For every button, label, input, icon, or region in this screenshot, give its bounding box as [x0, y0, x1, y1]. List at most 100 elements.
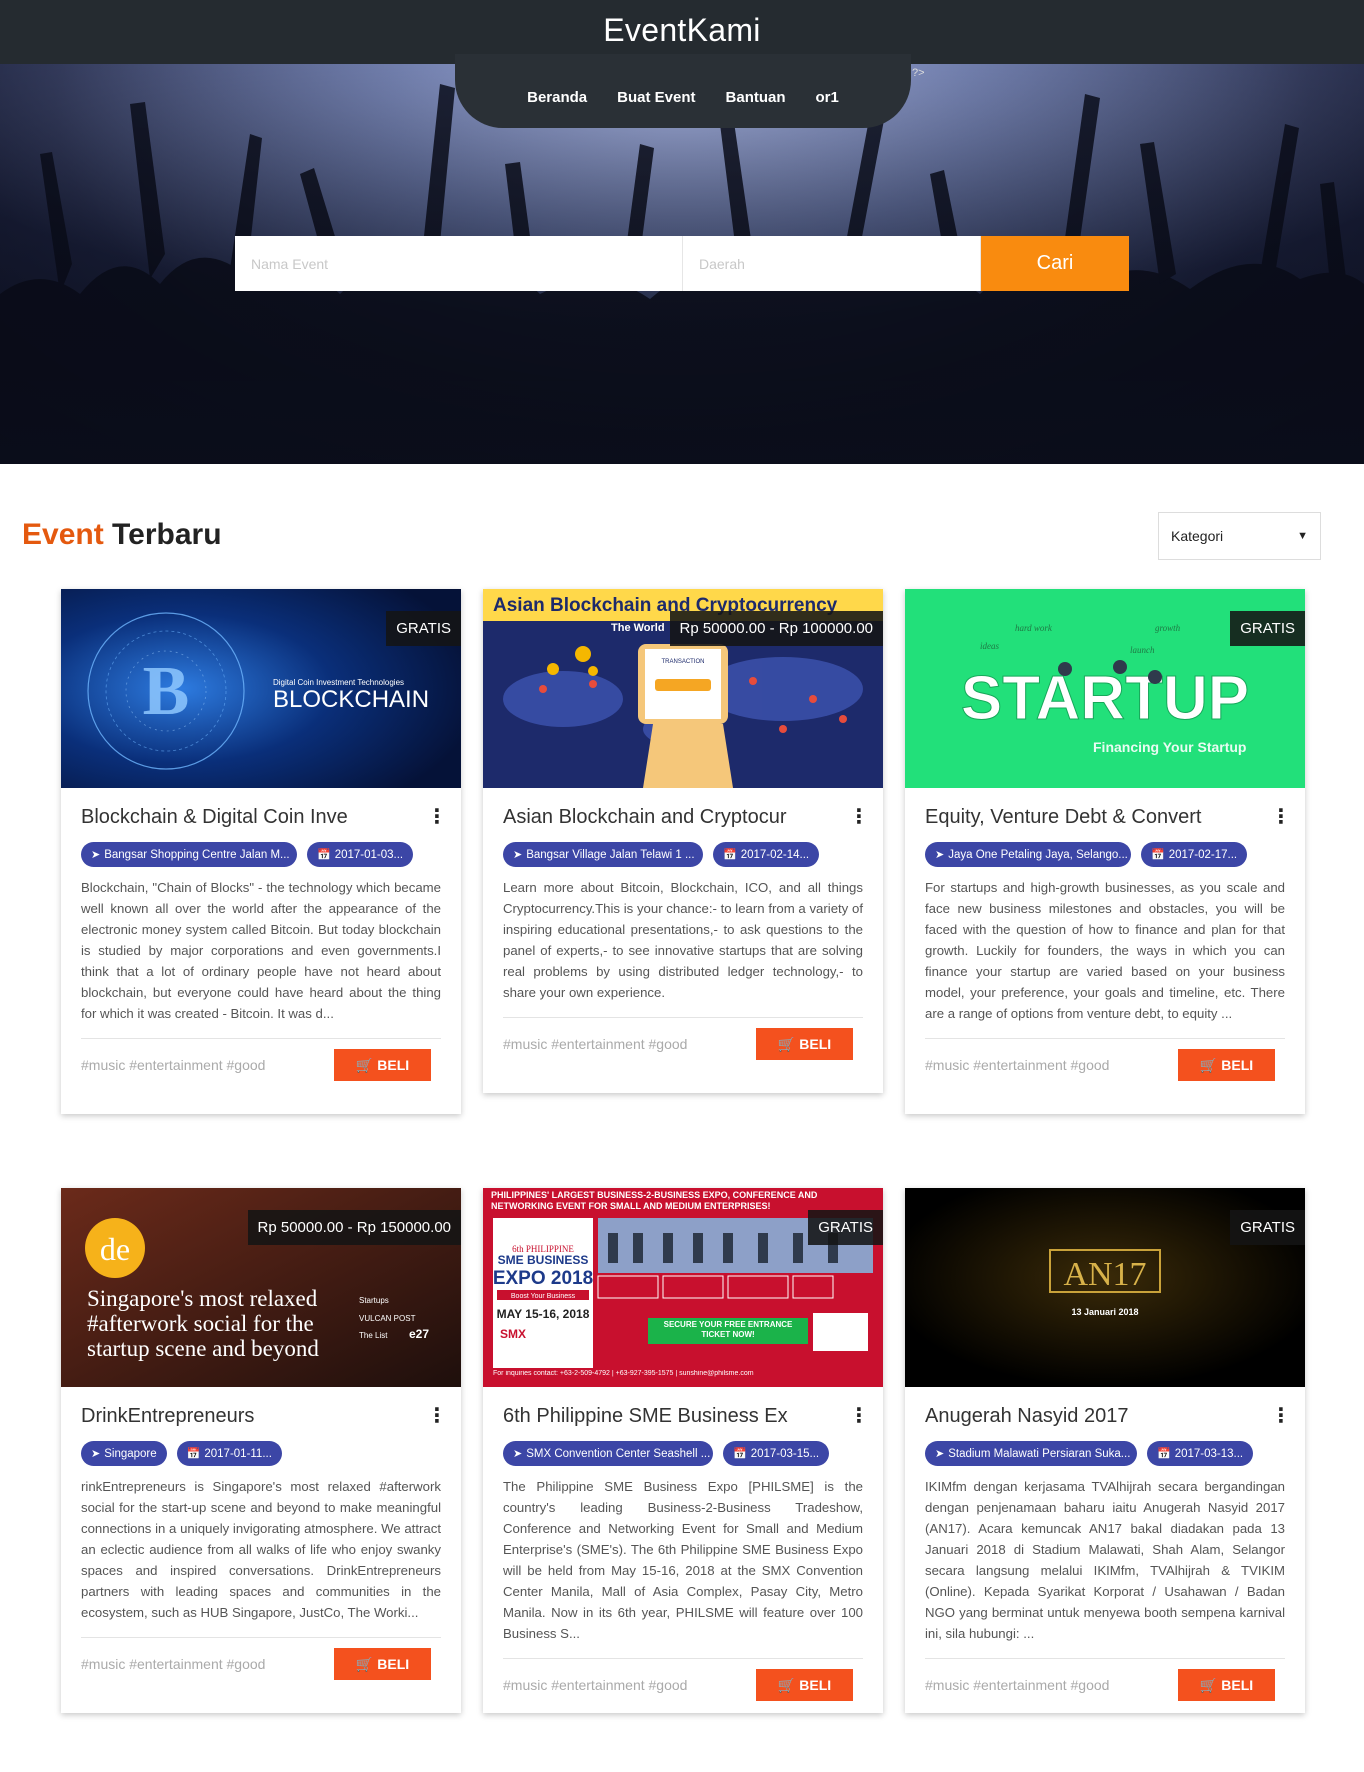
card-body: Equity, Venture Debt & Convert ⋮ ➤ Jaya O… [905, 788, 1305, 1101]
category-select[interactable]: Kategori ▼ [1158, 512, 1321, 560]
event-image[interactable]: hard work growth ideas launch STARTUP Fi… [905, 589, 1305, 788]
location-chip[interactable]: ➤ Jaya One Petaling Jaya, Selango... [925, 842, 1131, 867]
search-button[interactable]: Cari [981, 236, 1129, 291]
image-caption-small: de [100, 1231, 130, 1267]
location-arrow-icon: ➤ [91, 849, 101, 861]
event-title[interactable]: 6th Philippine SME Business Ex [503, 1405, 833, 1428]
event-tags: #music #entertainment #good [503, 1036, 688, 1052]
card-body: DrinkEntrepreneurs ⋮ ➤ Singapore 📅 2017-01… [61, 1387, 461, 1700]
nav-buat-event[interactable]: Buat Event [617, 89, 695, 106]
image-caption-small: MAY 15-16, 2018 [497, 1307, 590, 1321]
location-text: Bangsar Shopping Centre Jalan M... [104, 848, 290, 861]
svg-text:B: B [143, 653, 190, 730]
event-card[interactable]: B Digital Coin Investment Technologies B… [61, 589, 461, 1114]
region-input[interactable] [683, 236, 981, 291]
image-caption-small: Boost Your Business [511, 1293, 576, 1300]
image-caption-small: growth [1155, 623, 1181, 633]
calendar-check-icon: 📅 [1157, 1448, 1171, 1460]
date-chip[interactable]: 📅 2017-03-15... [723, 1441, 830, 1466]
buy-button[interactable]: 🛒 BELI [1178, 1049, 1275, 1081]
event-card[interactable]: Asian Blockchain and Cryptocurrency The … [483, 589, 883, 1093]
buy-label: BELI [1221, 1677, 1254, 1693]
location-arrow-icon: ➤ [513, 849, 523, 861]
date-chip[interactable]: 📅 2017-02-14... [713, 842, 820, 867]
buy-button[interactable]: 🛒 BELI [334, 1049, 431, 1081]
event-card[interactable]: PHILIPPINES' LARGEST BUSINESS-2-BUSINESS… [483, 1188, 883, 1713]
stray-text: ?> [912, 67, 925, 79]
date-chip[interactable]: 📅 2017-03-13... [1147, 1441, 1254, 1466]
image-caption-small: ideas [980, 641, 999, 651]
more-vert-icon[interactable]: ⋮ [1271, 1406, 1291, 1426]
main-nav: Beranda Buat Event Bantuan or1 [455, 54, 911, 128]
nav-user[interactable]: or1 [816, 89, 839, 106]
buy-button[interactable]: 🛒 BELI [334, 1648, 431, 1680]
event-description: Blockchain, "Chain of Blocks" - the tech… [81, 880, 441, 1021]
image-caption-small: EXPO 2018 [493, 1268, 593, 1289]
location-chip[interactable]: ➤ Bangsar Village Jalan Telawi 1 ... [503, 842, 703, 867]
image-caption: Singapore's most relaxed [87, 1286, 318, 1311]
divider [925, 1038, 1285, 1039]
event-card[interactable]: hard work growth ideas launch STARTUP Fi… [905, 589, 1305, 1114]
event-image[interactable]: AN17 13 Januari 2018 GRATIS [905, 1188, 1305, 1387]
calendar-check-icon: 📅 [723, 849, 737, 861]
event-image[interactable]: de Singapore's most relaxed #afterwork s… [61, 1188, 461, 1387]
image-caption-small: For inquiries contact: +63-2-509-4792 | … [493, 1370, 754, 1377]
price-badge: Rp 50000.00 - Rp 150000.00 [247, 1210, 461, 1245]
calendar-check-icon: 📅 [317, 849, 331, 861]
date-chip[interactable]: 📅 2017-01-03... [307, 842, 414, 867]
event-title[interactable]: Blockchain & Digital Coin Inve [81, 806, 411, 829]
nav-beranda[interactable]: Beranda [527, 89, 587, 106]
buy-button[interactable]: 🛒 BELI [756, 1028, 853, 1060]
event-title[interactable]: DrinkEntrepreneurs [81, 1405, 411, 1428]
location-text: SMX Convention Center Seashell ... [526, 1447, 711, 1460]
image-caption-small: SMX [500, 1327, 526, 1341]
more-vert-icon[interactable]: ⋮ [427, 807, 447, 827]
event-description: IKIMfm dengan kerjasama TVAlhijrah secar… [925, 1479, 1285, 1641]
event-image[interactable]: B Digital Coin Investment Technologies B… [61, 589, 461, 788]
event-description: For startups and high-growth businesses,… [925, 880, 1285, 1021]
event-image[interactable]: PHILIPPINES' LARGEST BUSINESS-2-BUSINESS… [483, 1188, 883, 1387]
price-badge: GRATIS [1230, 611, 1305, 646]
date-text: 2017-02-14... [740, 848, 810, 861]
event-title[interactable]: Equity, Venture Debt & Convert [925, 806, 1255, 829]
location-text: Bangsar Village Jalan Telawi 1 ... [526, 848, 695, 861]
event-name-input[interactable] [235, 236, 683, 291]
divider [81, 1038, 441, 1039]
more-vert-icon[interactable]: ⋮ [849, 807, 869, 827]
brand-logo[interactable]: EventKami [0, 12, 1364, 49]
more-vert-icon[interactable]: ⋮ [1271, 807, 1291, 827]
event-title[interactable]: Anugerah Nasyid 2017 [925, 1405, 1255, 1428]
event-card[interactable]: de Singapore's most relaxed #afterwork s… [61, 1188, 461, 1713]
location-chip[interactable]: ➤ SMX Convention Center Seashell ... [503, 1441, 713, 1466]
buy-label: BELI [377, 1057, 410, 1073]
event-card[interactable]: AN17 13 Januari 2018 GRATIS Anugerah Nas… [905, 1188, 1305, 1713]
image-caption-small: The World [611, 622, 665, 634]
more-vert-icon[interactable]: ⋮ [427, 1406, 447, 1426]
section-title-accent: Event [22, 518, 104, 551]
divider [503, 1658, 863, 1659]
location-text: Jaya One Petaling Jaya, Selango... [948, 848, 1128, 861]
location-chip[interactable]: ➤ Singapore [81, 1441, 167, 1466]
image-caption: AN17 [1063, 1256, 1146, 1293]
calendar-check-icon: 📅 [186, 1448, 201, 1460]
image-caption: BLOCKCHAIN [273, 686, 429, 713]
nav-bantuan[interactable]: Bantuan [726, 89, 786, 106]
event-image[interactable]: Asian Blockchain and Cryptocurrency The … [483, 589, 883, 788]
location-chip[interactable]: ➤ Bangsar Shopping Centre Jalan M... [81, 842, 297, 867]
buy-label: BELI [377, 1656, 410, 1672]
shopping-cart-icon: 🛒 [777, 1035, 796, 1052]
location-chip[interactable]: ➤ Stadium Malawati Persiaran Suka... [925, 1441, 1137, 1466]
event-tags: #music #entertainment #good [925, 1057, 1110, 1073]
image-caption-small: SME BUSINESS [498, 1253, 589, 1267]
buy-button[interactable]: 🛒 BELI [1178, 1669, 1275, 1701]
event-description: rinkEntrepreneurs is Singapore's most re… [81, 1479, 441, 1620]
date-chip[interactable]: 📅 2017-01-11... [176, 1441, 282, 1466]
image-caption-small: Startups [359, 1296, 389, 1305]
event-title[interactable]: Asian Blockchain and Cryptocur [503, 806, 833, 829]
more-vert-icon[interactable]: ⋮ [849, 1406, 869, 1426]
image-caption-small: SECURE YOUR FREE ENTRANCE TICKET NOW! [663, 1320, 793, 1339]
buy-button[interactable]: 🛒 BELI [756, 1669, 853, 1701]
image-caption: PHILIPPINES' LARGEST BUSINESS-2-BUSINESS… [491, 1190, 818, 1211]
location-arrow-icon: ➤ [935, 1448, 945, 1460]
date-chip[interactable]: 📅 2017-02-17... [1141, 842, 1248, 867]
